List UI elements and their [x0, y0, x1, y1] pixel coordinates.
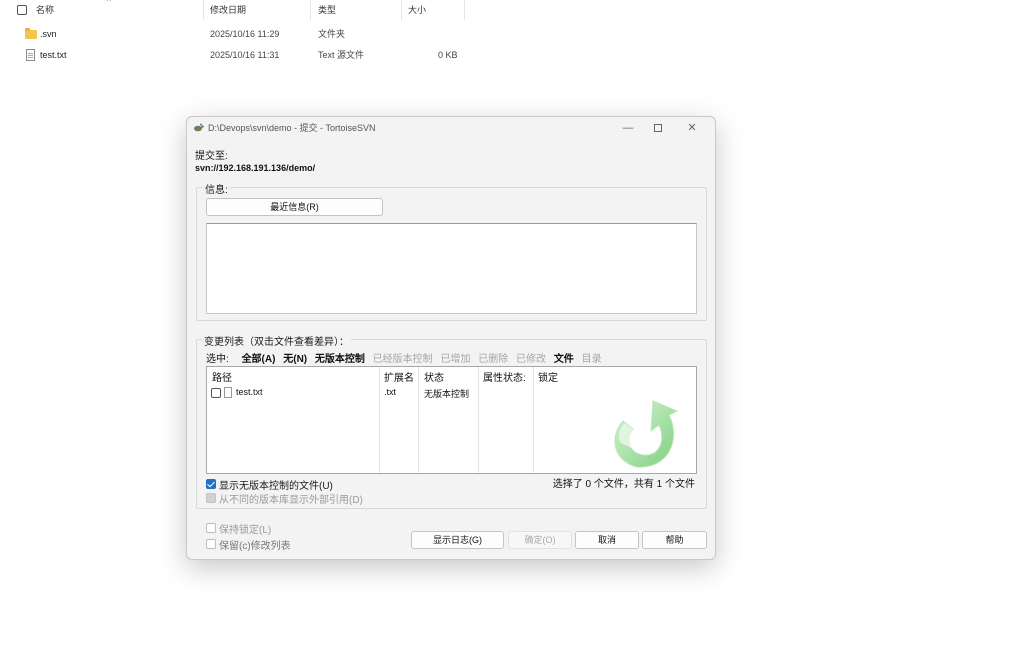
file-modified: 2025/10/16 11:29 [210, 29, 280, 39]
file-row[interactable]: .svn 2025/10/16 11:29 文件夹 [0, 24, 470, 44]
dialog-titlebar[interactable]: D:\Devops\svn\demo - 提交 - TortoiseSVN — … [187, 117, 715, 139]
file-modified: 2025/10/16 11:31 [210, 50, 280, 60]
ok-button[interactable]: 确定(O) [508, 531, 572, 549]
select-label: 选中: [206, 354, 229, 365]
column-divider[interactable] [464, 0, 465, 20]
file-select-checkbox[interactable] [211, 388, 221, 398]
sort-caret-icon: ^ [107, 0, 111, 6]
help-button[interactable]: 帮助 [642, 531, 707, 549]
file-explorer: 名称 ^ 修改日期 类型 大小 .svn 2025/10/16 11:29 文件… [0, 0, 1024, 80]
changes-group-title: 变更列表（双击文件查看差异）： [202, 333, 351, 348]
commit-dialog: D:\Devops\svn\demo - 提交 - TortoiseSVN — … [186, 116, 716, 560]
maximize-button[interactable] [643, 117, 673, 139]
file-row[interactable]: test.txt 2025/10/16 11:31 Text 源文件 0 KB [0, 45, 470, 65]
filter-added[interactable]: 已增加 [440, 354, 470, 365]
select-all-checkbox[interactable] [17, 5, 27, 15]
keep-locks-checkbox[interactable] [206, 523, 216, 533]
commit-message-input[interactable] [206, 223, 697, 314]
show-unversioned-checkbox[interactable] [206, 479, 216, 489]
filter-versioned[interactable]: 已经版本控制 [373, 354, 433, 365]
cancel-button[interactable]: 取消 [575, 531, 639, 549]
tortoisesvn-icon [194, 123, 204, 132]
file-name: .svn [40, 29, 57, 39]
filter-files[interactable]: 文件 [554, 354, 574, 365]
column-type[interactable]: 类型 [318, 0, 336, 20]
message-group-title: 信息: [203, 181, 230, 196]
commit-url: svn://192.168.191.136/demo/ [195, 163, 316, 173]
text-file-icon [26, 49, 35, 61]
change-extension: .txt [384, 387, 397, 397]
column-divider[interactable] [418, 367, 419, 473]
keep-changelists-label[interactable]: 保留(c)修改列表 [219, 537, 291, 552]
column-divider[interactable] [533, 367, 534, 473]
minimize-button[interactable]: — [613, 117, 643, 139]
column-extension[interactable]: 扩展名 [384, 369, 414, 384]
folder-icon [25, 28, 37, 39]
show-externals-label: 从不同的版本库显示外部引用(D) [219, 495, 363, 506]
show-unversioned-label[interactable]: 显示无版本控制的文件(U) [219, 477, 333, 492]
show-externals-checkbox [206, 493, 216, 503]
filter-directories[interactable]: 目录 [582, 354, 602, 365]
commit-arrow-icon [614, 400, 679, 468]
filter-none[interactable]: 无(N) [283, 354, 307, 365]
column-lock[interactable]: 锁定 [538, 369, 558, 384]
column-divider[interactable] [310, 0, 311, 20]
filter-unversioned[interactable]: 无版本控制 [315, 354, 365, 365]
recent-messages-button[interactable]: 最近信息(R) [206, 198, 383, 216]
column-modified[interactable]: 修改日期 [210, 0, 246, 20]
changes-list[interactable]: 路径 扩展名 状态 属性状态: 锁定 test.txt .txt 无版本控制 [206, 366, 697, 474]
selection-summary: 选择了 0 个文件，共有 1 个文件 [552, 479, 695, 490]
column-status[interactable]: 状态 [424, 369, 444, 384]
filter-deleted[interactable]: 已删除 [478, 354, 508, 365]
column-divider[interactable] [379, 367, 380, 473]
column-path[interactable]: 路径 [212, 369, 232, 384]
keep-locks-label[interactable]: 保持锁定(L) [219, 521, 271, 536]
column-name[interactable]: 名称 [36, 0, 54, 20]
keep-changelists-checkbox[interactable] [206, 539, 216, 549]
column-size[interactable]: 大小 [408, 0, 426, 20]
maximize-icon [654, 124, 662, 133]
change-status: 无版本控制 [424, 389, 470, 399]
filter-row: 选中: 全部(A) 无(N) 无版本控制 已经版本控制 已增加 已删除 已修改 … [206, 350, 607, 365]
dialog-title: D:\Devops\svn\demo - 提交 - TortoiseSVN [208, 123, 376, 133]
close-button[interactable]: ✕ [677, 117, 707, 139]
change-path[interactable]: test.txt [236, 387, 263, 397]
text-file-icon [224, 387, 232, 398]
file-type: 文件夹 [318, 29, 346, 39]
column-divider[interactable] [478, 367, 479, 473]
file-size: 0 KB [438, 50, 458, 60]
show-log-button[interactable]: 显示日志(G) [411, 531, 504, 549]
file-type: Text 源文件 [318, 50, 365, 60]
column-divider[interactable] [203, 0, 204, 20]
column-property-status[interactable]: 属性状态: [483, 369, 526, 384]
filter-modified[interactable]: 已修改 [516, 354, 546, 365]
file-name: test.txt [40, 50, 67, 60]
commit-to-label: 提交至: [195, 151, 228, 162]
column-divider[interactable] [401, 0, 402, 20]
explorer-column-header: 名称 ^ 修改日期 类型 大小 [0, 0, 470, 20]
filter-all[interactable]: 全部(A) [242, 354, 276, 365]
